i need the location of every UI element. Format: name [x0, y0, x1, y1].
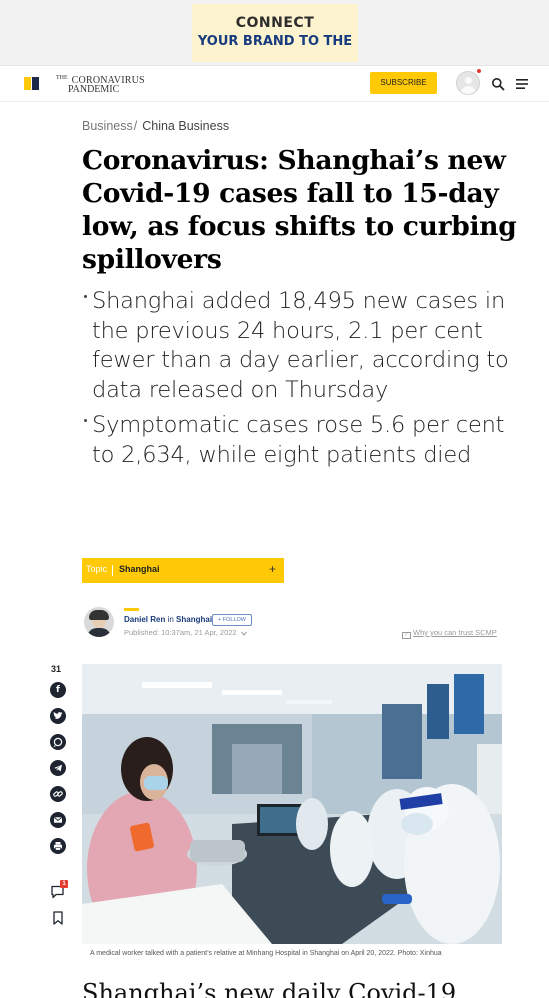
- trust-icon: ✓: [402, 632, 411, 639]
- topic-label: Topic: [86, 564, 108, 574]
- ad-banner-area: CONNECT YOUR BRAND TO THE: [0, 0, 549, 66]
- email-icon[interactable]: [50, 812, 66, 828]
- author-in: in: [167, 615, 174, 624]
- brand-line-2: PANDEMIC: [68, 84, 120, 95]
- summary-text: Shanghai added 18,495 new cases in the p…: [92, 288, 509, 403]
- brand-the: THE: [56, 75, 68, 81]
- topic-value: Shanghai: [119, 564, 160, 574]
- chevron-down-icon[interactable]: [240, 631, 247, 636]
- whatsapp-icon[interactable]: [50, 734, 66, 750]
- trust-link[interactable]: ✓ Why you can trust SCMP: [402, 628, 497, 639]
- link-glyph: [53, 791, 63, 797]
- follow-button[interactable]: + FOLLOW: [212, 614, 252, 626]
- ad-line-1: CONNECT: [235, 15, 315, 31]
- bookmark-icon[interactable]: [50, 910, 66, 926]
- user-avatar-icon[interactable]: [456, 71, 480, 95]
- ad-banner[interactable]: CONNECT YOUR BRAND TO THE: [192, 4, 358, 62]
- telegram-glyph: [54, 764, 62, 772]
- breadcrumb-current[interactable]: China Business: [142, 119, 229, 133]
- twitter-bird-glyph: [53, 711, 63, 719]
- author-location[interactable]: Shanghai: [176, 615, 212, 624]
- summary-text: Symptomatic cases rose 5.6 per cent to 2…: [92, 412, 505, 468]
- notification-dot: [477, 69, 481, 73]
- avatar-body: [461, 86, 476, 94]
- photo-caption: A medical worker talked with a patient’s…: [90, 950, 442, 957]
- comment-count-badge: 1: [60, 880, 68, 888]
- summary-item: Shanghai added 18,495 new cases in the p…: [84, 287, 524, 405]
- logo-dark-block: [32, 77, 39, 90]
- published-date: Published: 10:37am, 21 Apr, 2022: [124, 628, 247, 637]
- site-header: THE CORONAVIRUS PANDEMIC SUBSCRIBE: [0, 66, 549, 102]
- subscribe-button[interactable]: SUBSCRIBE: [370, 72, 437, 94]
- print-glyph: [54, 842, 62, 851]
- plus-icon[interactable]: +: [269, 562, 276, 576]
- author-avatar[interactable]: [84, 607, 114, 637]
- share-count: 31: [51, 664, 62, 674]
- bullet-icon: [84, 419, 87, 422]
- article-headline: Coronavirus: Shanghai’s new Covid-19 cas…: [82, 145, 517, 275]
- breadcrumb: Business/ China Business: [82, 119, 229, 133]
- breadcrumb-parent[interactable]: Business: [82, 119, 133, 133]
- author-name[interactable]: Daniel Ren: [124, 615, 165, 624]
- email-glyph: [53, 816, 63, 823]
- menu-icon[interactable]: [515, 77, 529, 91]
- avatar-hair: [89, 610, 109, 620]
- hospital-scene-illustration: [82, 664, 502, 944]
- avatar-shirt: [87, 628, 111, 637]
- breadcrumb-separator: /: [133, 119, 138, 133]
- logo-yellow-block: [24, 77, 31, 90]
- next-section-heading: Shanghai’s new daily Covid-19: [82, 979, 457, 998]
- article-summary: Shanghai added 18,495 new cases in the p…: [84, 287, 524, 476]
- article-photo[interactable]: [82, 664, 502, 944]
- bullet-icon: [84, 295, 87, 298]
- author-byline: Daniel Ren in Shanghai: [124, 615, 212, 624]
- search-icon[interactable]: [491, 77, 505, 91]
- link-icon[interactable]: [50, 786, 66, 802]
- whatsapp-glyph: [53, 737, 63, 748]
- ad-line-2: YOUR BRAND TO THE: [197, 34, 353, 49]
- summary-item: Symptomatic cases rose 5.6 per cent to 2…: [84, 411, 524, 470]
- topic-divider: [112, 565, 113, 576]
- author-accent-bar: [124, 608, 139, 611]
- section-brand[interactable]: THE CORONAVIRUS PANDEMIC: [56, 74, 145, 95]
- logo-icon[interactable]: [24, 77, 39, 90]
- facebook-icon[interactable]: f: [50, 682, 66, 698]
- published-text: Published: 10:37am, 21 Apr, 2022: [124, 628, 237, 637]
- print-icon[interactable]: [50, 838, 66, 854]
- twitter-icon[interactable]: [50, 708, 66, 724]
- telegram-icon[interactable]: [50, 760, 66, 776]
- avatar-head: [465, 77, 472, 84]
- topic-follow-bar[interactable]: Topic Shanghai +: [82, 558, 284, 583]
- trust-label: Why you can trust SCMP: [413, 628, 497, 637]
